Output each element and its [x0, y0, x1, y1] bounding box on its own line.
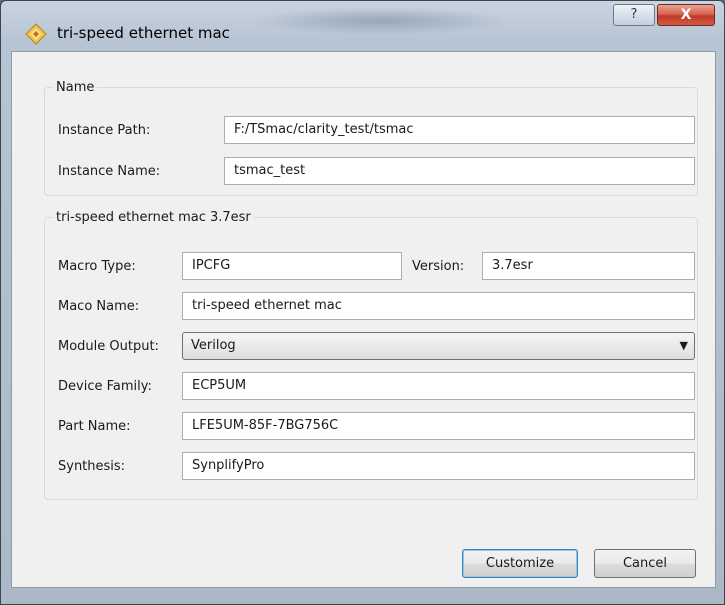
diamond-icon: [25, 23, 47, 45]
cancel-button[interactable]: Cancel: [594, 549, 696, 578]
instance-name-label: Instance Name:: [58, 164, 161, 179]
module-group-legend: tri-speed ethernet mac 3.7esr: [56, 210, 251, 225]
chevron-down-icon: ▼: [679, 339, 688, 352]
macro-type-label: Macro Type:: [58, 259, 136, 274]
customize-button[interactable]: Customize: [462, 549, 578, 578]
dialog-window: tri-speed ethernet mac ? X Name Instance…: [0, 0, 725, 605]
maco-name-input[interactable]: tri-speed ethernet mac: [182, 292, 695, 320]
module-output-value: Verilog: [191, 338, 236, 353]
part-name-input[interactable]: LFE5UM-85F-7BG756C: [182, 412, 695, 440]
instance-name-input[interactable]: tsmac_test: [224, 157, 695, 185]
title-bar-background: [251, 7, 511, 35]
module-output-label: Module Output:: [58, 339, 159, 354]
synthesis-label: Synthesis:: [58, 459, 126, 474]
synthesis-input[interactable]: SynplifyPro: [182, 452, 695, 480]
window-title: tri-speed ethernet mac: [57, 24, 230, 42]
maco-name-label: Maco Name:: [58, 299, 140, 314]
macro-type-input[interactable]: IPCFG: [182, 252, 402, 280]
help-icon: ?: [630, 7, 638, 22]
instance-path-label: Instance Path:: [58, 123, 151, 138]
title-bar[interactable]: tri-speed ethernet mac ? X: [1, 1, 724, 47]
name-group-legend: Name: [56, 80, 95, 95]
device-family-input[interactable]: ECP5UM: [182, 372, 695, 400]
device-family-label: Device Family:: [58, 379, 152, 394]
close-icon: X: [680, 7, 692, 23]
module-output-select[interactable]: Verilog ▼: [182, 332, 695, 360]
dialog-body: Name Instance Path: F:/TSmac/clarity_tes…: [11, 51, 716, 588]
part-name-label: Part Name:: [58, 419, 131, 434]
version-input[interactable]: 3.7esr: [482, 252, 695, 280]
help-button[interactable]: ?: [613, 4, 655, 26]
close-button[interactable]: X: [657, 4, 715, 26]
instance-path-input[interactable]: F:/TSmac/clarity_test/tsmac: [224, 116, 695, 144]
version-label: Version:: [412, 259, 465, 274]
